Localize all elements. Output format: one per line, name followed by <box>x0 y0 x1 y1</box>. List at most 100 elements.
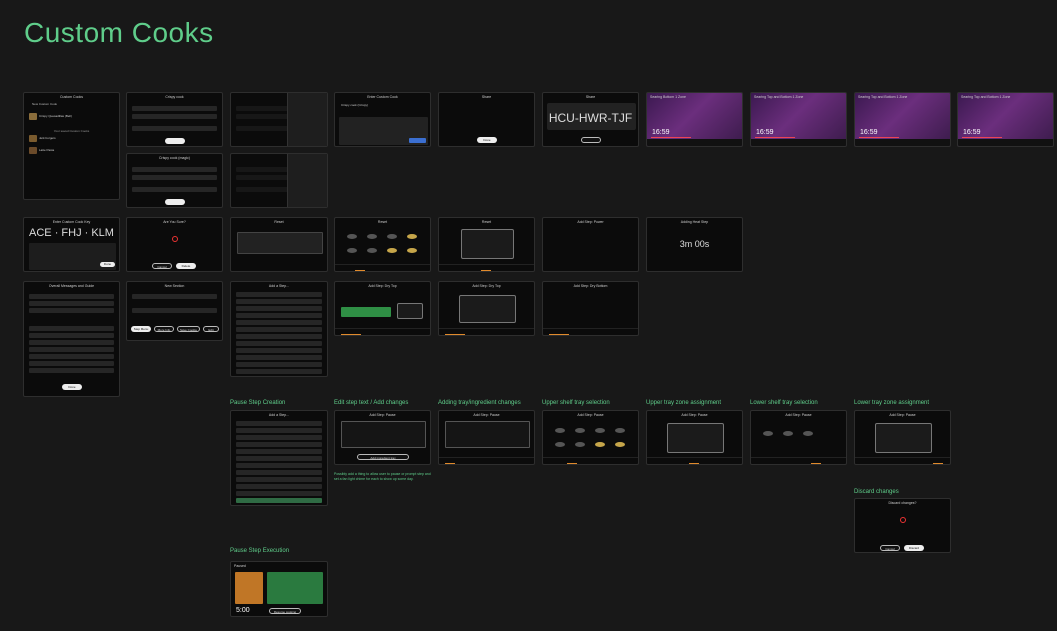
list-row[interactable] <box>236 442 322 447</box>
list-row[interactable] <box>236 428 322 433</box>
frame-recipe-1[interactable]: Crispy cook <box>126 92 223 147</box>
frame-custom-cooks[interactable]: Custom Cooks New Custom Cook Crispy Ques… <box>23 92 120 200</box>
context-menu[interactable] <box>287 93 327 146</box>
frame-adding-heat[interactable]: Adding Heat Step 3m 00s <box>646 217 743 272</box>
tray-option[interactable] <box>367 248 377 253</box>
text-area[interactable] <box>445 421 530 448</box>
list-row[interactable] <box>236 292 322 297</box>
list-row[interactable] <box>29 308 114 313</box>
frame-pause-list[interactable]: Add a Step... <box>230 410 328 506</box>
frame-share-2[interactable]: Share HCU-HWR-TJF <box>542 92 639 147</box>
list-row[interactable] <box>236 320 322 325</box>
setting-row[interactable] <box>132 175 217 180</box>
list-row[interactable] <box>236 449 322 454</box>
list-row[interactable] <box>236 327 322 332</box>
add-ingredient-tray-button[interactable]: Add ingredient tray <box>357 454 409 460</box>
name-field[interactable]: Crispy cook (Crispy) <box>341 103 368 107</box>
list-row[interactable] <box>236 313 322 318</box>
frame-adding-tray[interactable]: Add Step: Pause <box>438 410 535 465</box>
list-row[interactable] <box>236 470 322 475</box>
frame-reset[interactable]: Reset <box>230 217 328 272</box>
cancel-button[interactable]: Cancel <box>152 263 172 269</box>
tray-option[interactable] <box>407 234 417 239</box>
cancel-button[interactable]: Cancel <box>880 545 900 551</box>
setting-row[interactable] <box>132 106 217 111</box>
start-button[interactable] <box>165 138 185 144</box>
bottom-tabs[interactable] <box>335 328 430 335</box>
tray-zones[interactable] <box>875 423 932 453</box>
frame-upper-select[interactable]: Add Step: Pause <box>542 410 639 465</box>
frame-share-1[interactable]: Share Done <box>438 92 535 147</box>
tray-option[interactable] <box>615 428 625 433</box>
tray-zones[interactable] <box>667 423 724 453</box>
recipe-item-2[interactable]: Jerk burgers <box>39 136 56 140</box>
list-row[interactable] <box>29 368 114 373</box>
list-row[interactable] <box>29 326 114 331</box>
list-row[interactable] <box>236 463 322 468</box>
tray-option[interactable] <box>367 234 377 239</box>
tray-option[interactable] <box>803 431 813 436</box>
frame-reset-3[interactable]: Reset <box>438 217 535 272</box>
bottom-tabs[interactable] <box>335 264 430 271</box>
frame-lower-select[interactable]: Add Step: Pause <box>750 410 847 465</box>
list-row[interactable] <box>236 477 322 482</box>
zone-selection[interactable] <box>341 307 391 317</box>
list-row[interactable] <box>132 294 217 299</box>
list-row[interactable] <box>236 491 322 496</box>
frame-reset-2[interactable]: Reset <box>334 217 431 272</box>
frame-recipe-1-menu[interactable] <box>230 92 328 147</box>
list-row[interactable] <box>29 333 114 338</box>
tray-list[interactable] <box>459 295 516 323</box>
setting-row[interactable] <box>132 187 217 192</box>
tray-option[interactable] <box>575 428 585 433</box>
frame-add-step-dry-3[interactable]: Add Step: Dry Bottom <box>542 281 639 336</box>
close-button[interactable] <box>581 137 601 143</box>
list-row[interactable] <box>29 361 114 366</box>
bottom-tabs[interactable] <box>439 264 534 271</box>
list-row-selected[interactable] <box>236 498 322 503</box>
more-info-button[interactable]: More Info <box>154 326 174 332</box>
tray-option[interactable] <box>595 428 605 433</box>
tray-option[interactable] <box>783 431 793 436</box>
tray-option[interactable] <box>387 248 397 253</box>
setting-row[interactable] <box>132 114 217 119</box>
list-row[interactable] <box>132 308 217 313</box>
frame-add-step-list[interactable]: Add a Step... <box>230 281 328 377</box>
frame-lower-zone[interactable]: Add Step: Pause <box>854 410 951 465</box>
list-row[interactable] <box>29 354 114 359</box>
frame-edit-text[interactable]: Add Step: Pause Add ingredient tray <box>334 410 431 465</box>
list-row[interactable] <box>236 355 322 360</box>
keyboard-done-key[interactable] <box>409 138 426 143</box>
bottom-tabs[interactable] <box>751 457 846 464</box>
tray-option[interactable] <box>763 431 773 436</box>
recipe-item-1[interactable]: Crispy Quesadillas (Bell) <box>39 114 72 118</box>
zone-option[interactable] <box>397 303 423 319</box>
resume-button[interactable]: Resume cooking <box>269 608 301 614</box>
frame-recipe-2[interactable]: Crispy cook (magic) <box>126 153 223 208</box>
edit-button[interactable]: Edit <box>203 326 219 332</box>
frame-are-you-sure[interactable]: Are You Sure? Cancel Delete <box>126 217 223 272</box>
list-row[interactable] <box>236 484 322 489</box>
bottom-tabs[interactable] <box>543 457 638 464</box>
frame-recipe-2-menu[interactable] <box>230 153 328 208</box>
text-area[interactable] <box>341 421 426 448</box>
frame-paused[interactable]: Paused 5:00 Resume cooking <box>230 561 328 617</box>
setting-row[interactable] <box>132 167 217 172</box>
bottom-tabs[interactable] <box>543 328 638 335</box>
bottom-tabs[interactable] <box>439 457 534 464</box>
list-row[interactable] <box>236 341 322 346</box>
tray-option[interactable] <box>407 248 417 253</box>
tray-option[interactable] <box>575 442 585 447</box>
tray-option[interactable] <box>555 428 565 433</box>
frame-overall-steps[interactable]: Overall Messages and Guide Done <box>23 281 120 397</box>
done-button[interactable]: Done <box>100 262 115 267</box>
frame-add-step-dry[interactable]: Add Step: Dry Top <box>334 281 431 336</box>
recipe-item-3[interactable]: Latte Pasta <box>39 148 54 152</box>
tray-zones[interactable] <box>461 229 514 259</box>
list-row[interactable] <box>236 362 322 367</box>
start-button[interactable] <box>165 199 185 205</box>
save-cookie-button[interactable]: Save Cookie <box>177 326 200 332</box>
frame-add-step-power[interactable]: Add Step: Power <box>542 217 639 272</box>
tray-option[interactable] <box>347 248 357 253</box>
list-row[interactable] <box>236 306 322 311</box>
